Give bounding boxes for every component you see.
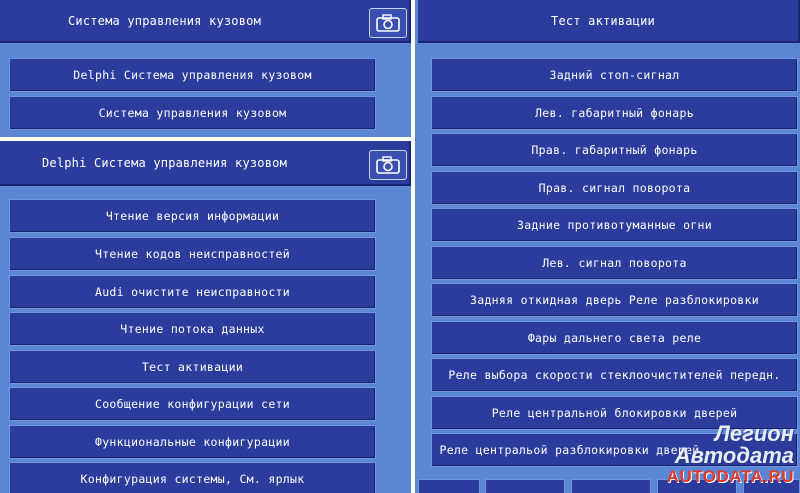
menu-item-system-config[interactable]: Конфигурация системы, См. ярлык: [9, 462, 376, 493]
right-title: Тест активации: [418, 0, 800, 43]
menu-item-body-control[interactable]: Система управления кузовом: [9, 96, 376, 130]
bottom-left-title: Delphi Система управления кузовом: [0, 141, 411, 186]
test-item-central-unlock-relay[interactable]: Реле центральой разблокировки дверей: [431, 433, 798, 467]
menu-item-read-version-info[interactable]: Чтение версия информации: [9, 199, 376, 233]
test-item-high-beam-relay[interactable]: Фары дальнего света реле: [431, 321, 798, 355]
bottom-button-3[interactable]: [571, 479, 651, 493]
test-item-wiper-speed-relay[interactable]: Реле выбора скорости стеклоочистителей п…: [431, 358, 798, 392]
bottom-button-1[interactable]: [418, 479, 480, 493]
top-left-panel: Система управления кузовом Delphi Систем…: [0, 0, 411, 137]
menu-item-read-data-stream[interactable]: Чтение потока данных: [9, 312, 376, 346]
test-item-rear-brake-light[interactable]: Задний стоп-сигнал: [431, 58, 798, 92]
right-panel: Тест активации Задний стоп-сигнал Лев. г…: [415, 0, 800, 493]
camera-icon: [376, 14, 400, 32]
test-item-left-side-light[interactable]: Лев. габаритный фонарь: [431, 96, 798, 130]
menu-item-network-config-message[interactable]: Сообщение конфигурации сети: [9, 387, 376, 421]
menu-item-read-fault-codes[interactable]: Чтение кодов неисправностей: [9, 237, 376, 271]
menu-item-activation-test[interactable]: Тест активации: [9, 350, 376, 384]
top-left-camera-button[interactable]: [369, 8, 407, 38]
test-item-right-side-light[interactable]: Прав. габаритный фонарь: [431, 133, 798, 167]
bottom-button-2[interactable]: [485, 479, 565, 493]
top-left-title: Система управления кузовом: [0, 0, 411, 43]
bottom-button-5[interactable]: [743, 479, 800, 493]
test-item-left-turn-signal[interactable]: Лев. сигнал поворота: [431, 246, 798, 280]
test-item-right-turn-signal[interactable]: Прав. сигнал поворота: [431, 171, 798, 205]
camera-icon: [376, 156, 400, 174]
test-item-tailgate-unlock-relay[interactable]: Задняя откидная дверь Реле разблокировки: [431, 283, 798, 317]
bottom-left-camera-button[interactable]: [369, 150, 407, 180]
menu-item-functional-config[interactable]: Функциональные конфигурации: [9, 425, 376, 459]
bottom-left-panel: Delphi Система управления кузовом Чтение…: [0, 141, 411, 493]
bottom-button-4[interactable]: [657, 479, 737, 493]
menu-item-delphi-body-control[interactable]: Delphi Система управления кузовом: [9, 58, 376, 92]
menu-item-clear-faults[interactable]: Audi очистите неисправности: [9, 275, 376, 309]
test-item-central-lock-relay[interactable]: Реле центральной блокировки дверей: [431, 396, 798, 430]
test-item-rear-fog-lights[interactable]: Задние противотуманные огни: [431, 208, 798, 242]
